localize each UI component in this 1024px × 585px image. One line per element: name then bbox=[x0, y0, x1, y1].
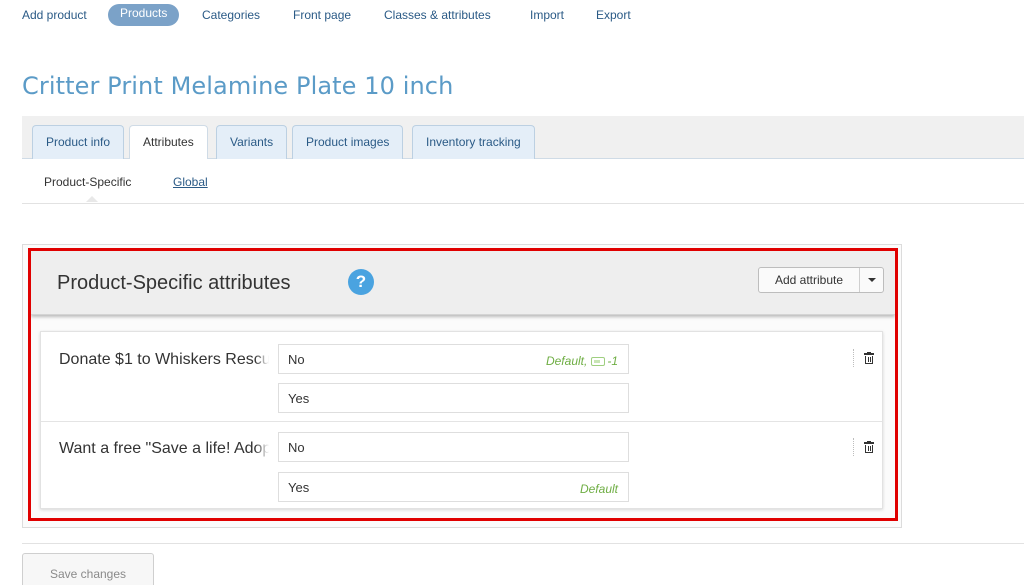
subtab-product-specific[interactable]: Product-Specific bbox=[44, 175, 131, 189]
nav-import[interactable]: Import bbox=[530, 7, 564, 23]
subtab-bar: Product-Specific Global bbox=[22, 159, 1024, 204]
tab-attributes[interactable]: Attributes bbox=[129, 125, 208, 160]
top-nav: Add product Products Categories Front pa… bbox=[0, 0, 1024, 30]
nav-products[interactable]: Products bbox=[108, 4, 180, 26]
nav-front-page[interactable]: Front page bbox=[293, 7, 351, 23]
nav-add-product[interactable]: Add product bbox=[22, 7, 87, 23]
tab-product-images[interactable]: Product images bbox=[292, 125, 404, 159]
save-changes-button[interactable]: Save changes bbox=[22, 553, 154, 585]
tab-strip: Product info Attributes Variants Product… bbox=[22, 116, 1024, 160]
tab-product-info[interactable]: Product info bbox=[32, 125, 125, 159]
tab-inventory-tracking[interactable]: Inventory tracking bbox=[412, 125, 535, 159]
highlight-frame bbox=[28, 248, 898, 521]
tab-variants[interactable]: Variants bbox=[216, 125, 288, 159]
active-subtab-caret bbox=[86, 196, 98, 202]
subtab-global[interactable]: Global bbox=[173, 175, 208, 189]
divider bbox=[22, 543, 1024, 544]
nav-categories[interactable]: Categories bbox=[202, 7, 260, 23]
page-title: Critter Print Melamine Plate 10 inch bbox=[22, 72, 454, 100]
nav-classes-attributes[interactable]: Classes & attributes bbox=[384, 7, 491, 23]
nav-export[interactable]: Export bbox=[596, 7, 631, 23]
